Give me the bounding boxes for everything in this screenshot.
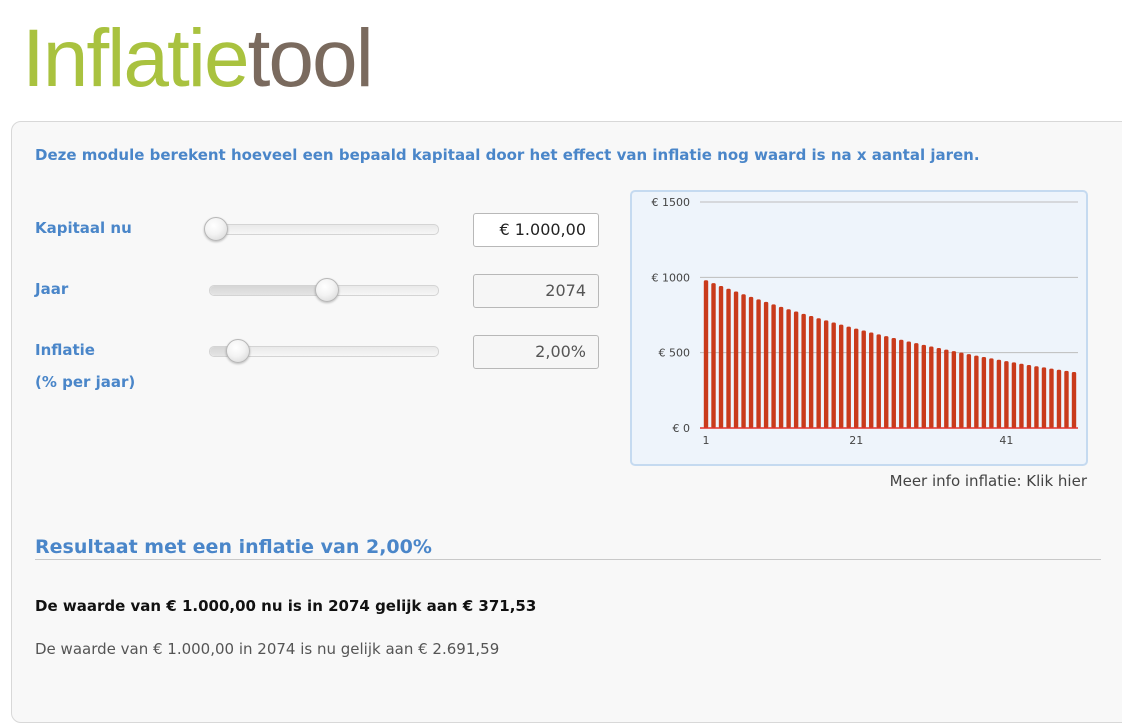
result-title: Resultaat met een inflatie van 2,00%: [35, 536, 432, 558]
chart-bar: [733, 291, 739, 428]
chart-x-tick-label: 1: [703, 434, 710, 447]
result-present-value: De waarde van € 1.000,00 in 2074 is nu g…: [35, 640, 500, 658]
inflatie-input[interactable]: [473, 335, 599, 369]
jaar-label: Jaar: [35, 280, 69, 298]
chart-bar: [771, 304, 776, 428]
chart-bar: [929, 346, 934, 428]
chart-bar: [1071, 372, 1077, 428]
chart-bar: [861, 330, 866, 428]
inflatie-sublabel: (% per jaar): [35, 373, 136, 391]
jaar-slider-thumb[interactable]: [315, 278, 339, 302]
chart-bar: [823, 320, 829, 428]
chart-x-tick-label: 21: [849, 434, 863, 447]
inflatie-slider[interactable]: [209, 339, 439, 363]
more-info-link[interactable]: Meer info inflatie: Klik hier: [890, 472, 1087, 490]
chart-bar: [748, 296, 754, 428]
kapitaal-slider-thumb[interactable]: [204, 217, 228, 241]
inflatie-slider-thumb[interactable]: [226, 339, 250, 363]
chart-bar: [1019, 363, 1024, 428]
jaar-slider-fill: [210, 286, 326, 295]
chart-bar: [921, 344, 926, 428]
chart-bar: [711, 283, 716, 428]
logo-text-inflatie: Inflatie: [22, 13, 250, 104]
chart-canvas: € 0 € 500 € 1000 € 1500 1 21 41: [652, 196, 1078, 447]
chart-bar: [876, 334, 881, 428]
chart-bar: [1049, 368, 1054, 428]
intro-text: Deze module berekent hoeveel een bepaald…: [35, 146, 980, 164]
chart-bar: [763, 301, 769, 428]
chart-bar: [778, 306, 784, 428]
chart-bar: [959, 352, 964, 428]
chart-bar: [831, 322, 836, 428]
chart-y-tick-label: € 1000: [652, 271, 691, 284]
chart-bar: [1041, 367, 1047, 428]
chart-bar: [1004, 361, 1009, 428]
chart-y-tick-label: € 1500: [652, 196, 691, 209]
chart-bar: [793, 311, 799, 428]
kapitaal-label: Kapitaal nu: [35, 219, 132, 237]
chart-x-tick-label: 41: [999, 434, 1013, 447]
chart-bar: [1026, 364, 1032, 428]
chart-bar: [936, 348, 942, 428]
chart-bar: [869, 332, 874, 428]
chart-bar: [1011, 362, 1017, 428]
logo: Inflatietool: [22, 13, 374, 104]
chart-bar: [718, 286, 724, 428]
chart-bar: [996, 359, 1002, 428]
jaar-input[interactable]: [473, 274, 599, 308]
chart-bar: [906, 341, 911, 428]
chart-bar: [1034, 366, 1039, 428]
chart-bar: [989, 358, 994, 428]
chart-bar: [741, 294, 746, 428]
jaar-slider[interactable]: [209, 278, 439, 302]
chart-bar: [786, 309, 791, 428]
chart-bar: [801, 313, 806, 428]
chart-bar: [756, 299, 761, 428]
chart-bar: [944, 349, 949, 428]
chart-bar: [891, 337, 896, 428]
chart-bar: [884, 336, 889, 428]
chart-bar: [838, 324, 844, 428]
chart-y-tick-label: € 500: [659, 347, 691, 360]
logo-text-tool: tool: [247, 13, 374, 104]
chart-bar: [966, 354, 972, 428]
chart-bar: [816, 318, 821, 428]
kapitaal-input[interactable]: [473, 213, 599, 247]
chart-bar: [981, 357, 987, 428]
chart-bar: [854, 328, 859, 428]
chart-bar: [808, 316, 814, 428]
inflatie-label: Inflatie: [35, 341, 95, 359]
kapitaal-slider[interactable]: [204, 217, 439, 241]
chart-bar: [726, 288, 731, 428]
chart-bar: [1056, 369, 1062, 428]
chart-bar: [703, 280, 709, 428]
chart-bar: [951, 351, 957, 428]
chart-bar: [899, 339, 904, 428]
result-future-value: De waarde van € 1.000,00 nu is in 2074 g…: [35, 597, 537, 615]
result-divider: [35, 559, 1101, 560]
chart-bar: [974, 355, 979, 428]
chart-bar: [914, 343, 919, 428]
value-chart: € 0 € 500 € 1000 € 1500 1 21 41: [630, 190, 1088, 466]
chart-bar: [1064, 370, 1069, 428]
chart-bar: [846, 326, 851, 428]
chart-y-tick-label: € 0: [673, 422, 691, 435]
